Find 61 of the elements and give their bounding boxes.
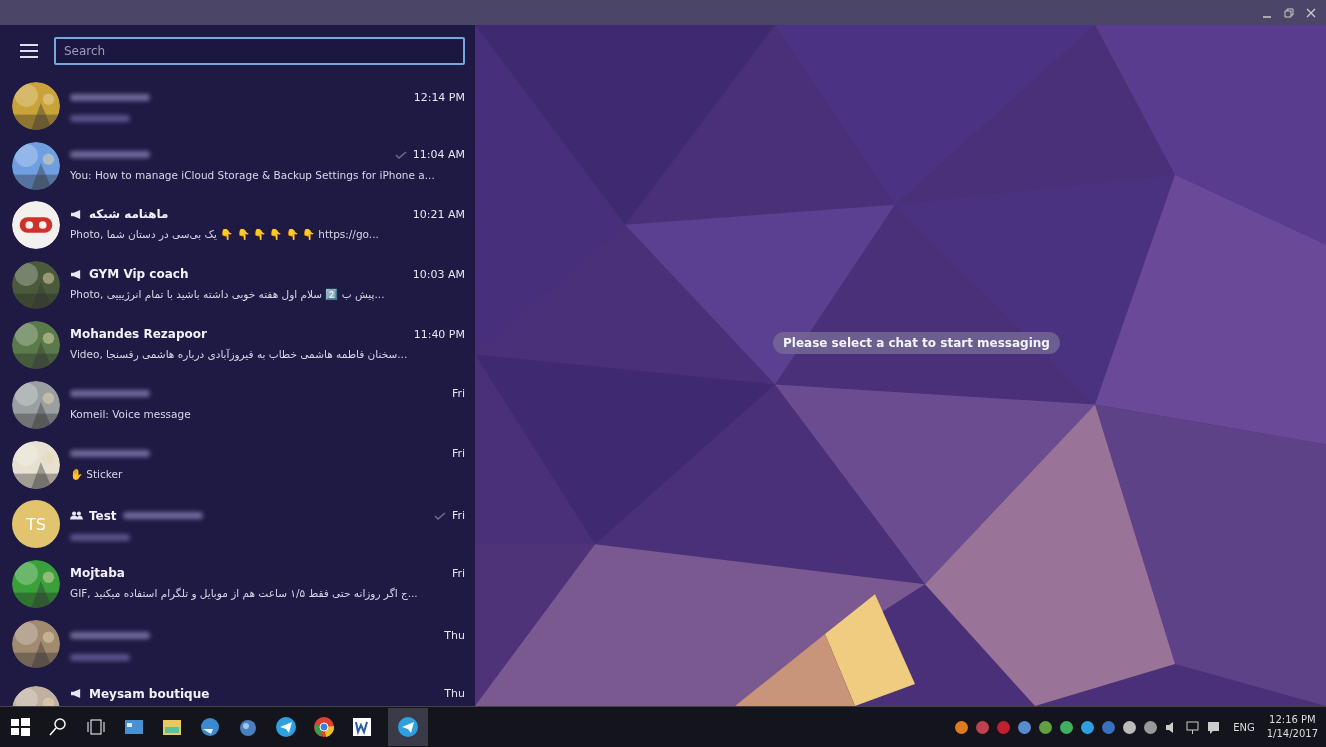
chat-time: 11:40 PM [413,327,465,341]
chat-time: 10:21 AM [412,208,465,221]
message-preview: Photo, یک بی‌سی در دستان شما 👇 👇 👇 👇 👇 👇 https://go... [70,228,380,243]
avatar: TS [12,500,60,549]
chat-list-item[interactable]: Fri Komeil: Voice message [0,375,475,435]
chat-time: Fri [451,447,465,461]
language-indicator[interactable]: ENG [1233,721,1255,733]
megaphone-icon [70,688,83,700]
chat-name: Mohandes Rezapoor [70,327,207,342]
chat-list-item[interactable]: Fri ✋ Sticker [0,434,475,495]
tray-icon[interactable] [1017,719,1033,735]
tray-icon[interactable] [1143,719,1159,735]
chat-time: Fri [451,566,465,580]
chat-list-item[interactable]: TS Test Fri [0,494,475,555]
blurred-preview [70,653,130,661]
chat-name: GYM Vip coach [89,267,189,282]
chat-name: Test [89,508,117,523]
paper-plane-icon[interactable] [274,715,298,739]
search-field[interactable]: Search [54,36,465,65]
tray-icon[interactable] [1038,719,1054,735]
message-preview: You: How to manage iCloud Storage & Backup Settings for iPhone a... [70,168,436,183]
message-preview: Video, سخنان فاطمه هاشمی خطاب به فیروزآبادی درباره هاشمی رفسنجا... [70,348,409,363]
logo-icon [12,201,60,250]
restore-icon[interactable] [1284,7,1294,18]
windows-logo-icon[interactable] [8,715,32,739]
globe-icon[interactable] [198,715,222,739]
chat-time: 11:04 AM [412,148,465,162]
word-icon[interactable] [350,715,374,739]
message-preview: Photo, پیش ب 2⃣ سلام اول هفته خوبی داشته باشید با تمام انرژیییی... [70,288,386,303]
tray-icon[interactable] [1059,719,1075,735]
megaphone-icon [70,268,83,280]
chat-time: Thu [444,687,465,701]
blurred-preview [70,115,130,123]
message-preview: ✋ Sticker [70,467,124,482]
clock[interactable]: 12:16 PM 1/14/2017 [1266,713,1318,741]
chat-name: ماهنامه شبکه [89,207,169,222]
network-icon[interactable] [1185,719,1201,735]
chat-time: Fri [451,509,465,523]
chat-time: Fri [451,387,465,401]
chat-list-item[interactable]: 11:04 AM You: How to manage iCloud Storage & Backup Settings for iPhone a... [0,135,475,196]
tray-icon[interactable] [1122,719,1138,735]
chat-time: Thu [444,629,465,643]
notification-icon[interactable] [1206,719,1222,735]
tray-icon[interactable] [1080,719,1096,735]
paper-plane-icon[interactable] [388,708,428,746]
message-preview: GIF, ج اگر روزانه حتی فقط ۱/۵ ساعت هم از موبایل و تلگرام استفاده میکنید... [70,587,419,602]
tray-icon[interactable] [954,719,970,735]
close-icon[interactable] [1306,7,1316,18]
chrome-icon[interactable] [312,715,336,739]
chat-list-item[interactable]: Thu [0,614,475,674]
chat-list-item[interactable]: 12:14 PM [0,76,475,136]
chat-name: Mojtaba [70,566,125,581]
chat-time: 10:03 AM [412,267,465,281]
blurred-preview [70,533,130,541]
megaphone-icon [70,209,83,220]
group-icon [70,510,83,522]
menu-icon[interactable] [20,43,38,58]
chat-name: Meysam boutique [89,686,210,701]
chat-time: 12:14 PM [413,90,465,104]
message-preview: Komeil: Voice message [70,407,192,422]
empty-state-message: Please select a chat to start messaging [773,332,1060,354]
